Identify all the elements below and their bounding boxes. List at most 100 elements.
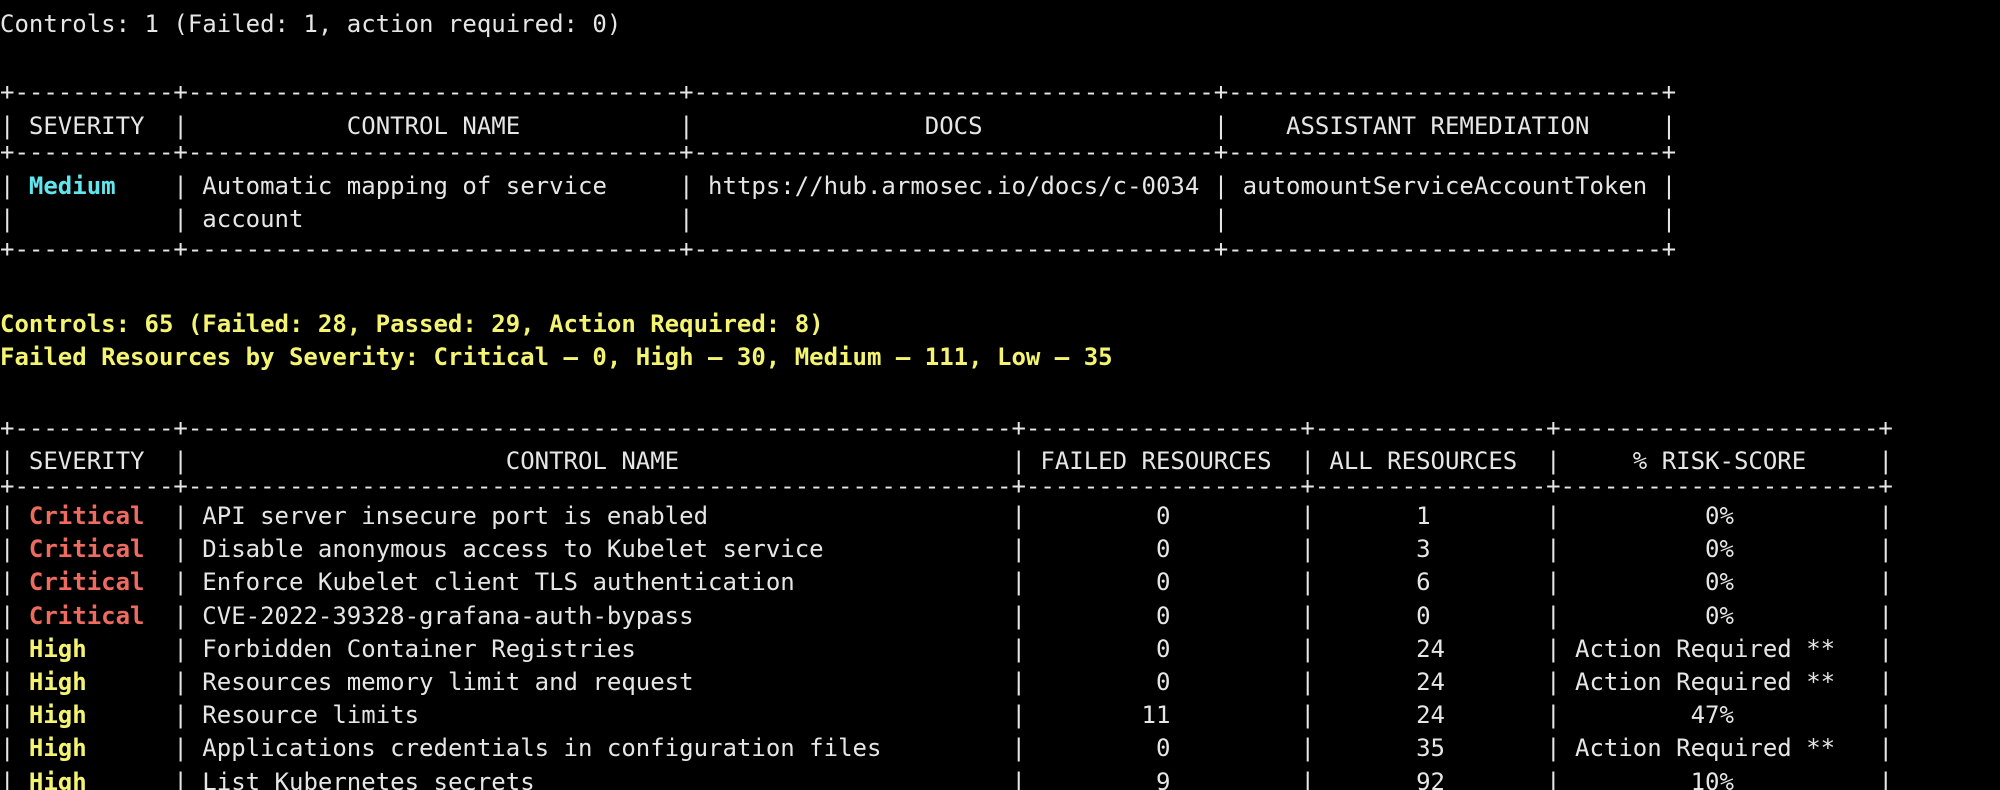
failed-resources-by-severity: Failed Resources by Severity: Critical —… bbox=[0, 343, 1113, 371]
table-border-top: +-----------+---------------------------… bbox=[0, 414, 1893, 442]
column-separator: | bbox=[1011, 535, 1026, 564]
column-separator: | bbox=[1300, 701, 1315, 730]
column-separator: | bbox=[1878, 601, 1893, 630]
column-separator: | bbox=[0, 568, 15, 597]
table-row: | High | Resources memory limit and requ… bbox=[0, 666, 1893, 699]
failed-resources: 0 bbox=[1025, 568, 1301, 597]
column-separator: | bbox=[1878, 634, 1893, 663]
all-resources: 24 bbox=[1314, 701, 1547, 730]
column-separator: | bbox=[0, 601, 15, 630]
column-separator: | bbox=[173, 502, 188, 530]
column-separator: | bbox=[0, 634, 15, 663]
column-separator: | bbox=[1546, 767, 1561, 790]
column-separator: | bbox=[679, 172, 694, 200]
column-separator: | bbox=[173, 668, 188, 696]
cell-padding bbox=[87, 635, 174, 663]
column-separator: | bbox=[1300, 634, 1315, 663]
table-border-header: +-----------+---------------------------… bbox=[0, 472, 1893, 500]
column-separator: | bbox=[1300, 568, 1315, 597]
column-separator: | bbox=[1878, 502, 1893, 530]
column-separator: | bbox=[1300, 668, 1315, 696]
failed-resources: 0 bbox=[1025, 634, 1301, 663]
severity-high: High bbox=[28, 668, 87, 696]
cell-padding bbox=[145, 535, 174, 563]
all-resources: 24 bbox=[1314, 634, 1547, 663]
control-name: Resource limits bbox=[187, 701, 1012, 730]
column-separator: | bbox=[1300, 502, 1315, 530]
failed-resources: 0 bbox=[1025, 601, 1301, 630]
column-separator: | bbox=[173, 634, 188, 663]
cell-padding bbox=[14, 635, 28, 663]
failed-resources: 0 bbox=[1025, 535, 1301, 564]
column-separator: | bbox=[173, 568, 188, 597]
column-separator: | bbox=[1546, 502, 1561, 530]
table-row: | Critical | Disable anonymous access to… bbox=[0, 533, 1893, 566]
cell-padding bbox=[145, 602, 174, 630]
table-row-continued: | | account | | | bbox=[0, 203, 1676, 236]
table-row: | High | List Kubernetes secrets | 9 | 9… bbox=[0, 766, 1893, 790]
cell-padding bbox=[145, 568, 174, 596]
column-separator: | bbox=[1011, 668, 1026, 696]
severity-high: High bbox=[28, 701, 87, 730]
control-name-continued: account bbox=[187, 205, 680, 233]
table-border-top: +-----------+---------------------------… bbox=[0, 78, 1677, 106]
column-separator: | bbox=[0, 535, 15, 564]
cell-padding bbox=[14, 568, 28, 596]
cell-padding bbox=[14, 602, 28, 630]
table-row: | High | Forbidden Container Registries … bbox=[0, 633, 1893, 666]
risk-score: 10% bbox=[1560, 767, 1879, 790]
column-separator: | bbox=[0, 668, 15, 696]
column-separator: | bbox=[173, 701, 188, 730]
control-name: Automatic mapping of service bbox=[187, 172, 680, 200]
column-separator: | bbox=[1011, 568, 1026, 597]
risk-score: 0% bbox=[1560, 535, 1879, 564]
column-separator: | bbox=[1300, 535, 1315, 564]
docs-empty bbox=[694, 205, 1214, 233]
controls-summary-2: Controls: 65 (Failed: 28, Passed: 29, Ac… bbox=[0, 310, 824, 338]
cell-padding bbox=[87, 734, 174, 762]
column-separator: | bbox=[1878, 568, 1893, 597]
column-separator: | bbox=[0, 172, 15, 200]
control-name: CVE-2022-39328-grafana-auth-bypass bbox=[187, 601, 1012, 630]
failed-resources: 0 bbox=[1025, 734, 1301, 763]
all-resources: 35 bbox=[1314, 734, 1547, 763]
risk-score: 0% bbox=[1560, 502, 1879, 530]
severity-critical: Critical bbox=[28, 568, 145, 597]
column-separator: | bbox=[1878, 668, 1893, 696]
column-separator: | bbox=[0, 701, 15, 730]
cell-padding bbox=[116, 172, 174, 200]
failed-resources: 0 bbox=[1025, 668, 1301, 696]
failed-resources: 11 bbox=[1025, 701, 1301, 730]
column-separator: | bbox=[1300, 734, 1315, 763]
column-separator: | bbox=[173, 601, 188, 630]
column-separator: | bbox=[1011, 734, 1026, 763]
cell-padding bbox=[14, 172, 28, 200]
column-separator: | bbox=[1546, 734, 1561, 763]
column-separator: | bbox=[0, 205, 15, 233]
control-name: Resources memory limit and request bbox=[187, 668, 1012, 696]
column-separator: | bbox=[679, 205, 694, 233]
column-separator: | bbox=[1546, 535, 1561, 564]
cell-padding bbox=[14, 668, 28, 696]
column-separator: | bbox=[173, 535, 188, 564]
remediation-empty bbox=[1228, 205, 1661, 233]
cell-padding bbox=[145, 502, 174, 530]
severity-critical: Critical bbox=[28, 502, 145, 530]
all-resources: 3 bbox=[1314, 535, 1547, 564]
control-name: API server insecure port is enabled bbox=[187, 502, 1012, 530]
cell-padding bbox=[87, 701, 174, 729]
column-separator: | bbox=[1878, 734, 1893, 763]
column-separator: | bbox=[173, 767, 188, 790]
cell-padding bbox=[87, 668, 174, 696]
all-resources: 92 bbox=[1314, 767, 1547, 790]
risk-score: Action Required ** bbox=[1560, 668, 1879, 696]
column-separator: | bbox=[0, 502, 15, 530]
severity-critical: Critical bbox=[28, 535, 145, 564]
control-name: Applications credentials in configuratio… bbox=[187, 734, 1012, 763]
column-separator: | bbox=[173, 172, 188, 200]
severity-empty bbox=[14, 205, 173, 233]
column-separator: | bbox=[1546, 568, 1561, 597]
control-name: Forbidden Container Registries bbox=[187, 634, 1012, 663]
failed-resources: 9 bbox=[1025, 767, 1301, 790]
column-separator: | bbox=[1300, 601, 1315, 630]
